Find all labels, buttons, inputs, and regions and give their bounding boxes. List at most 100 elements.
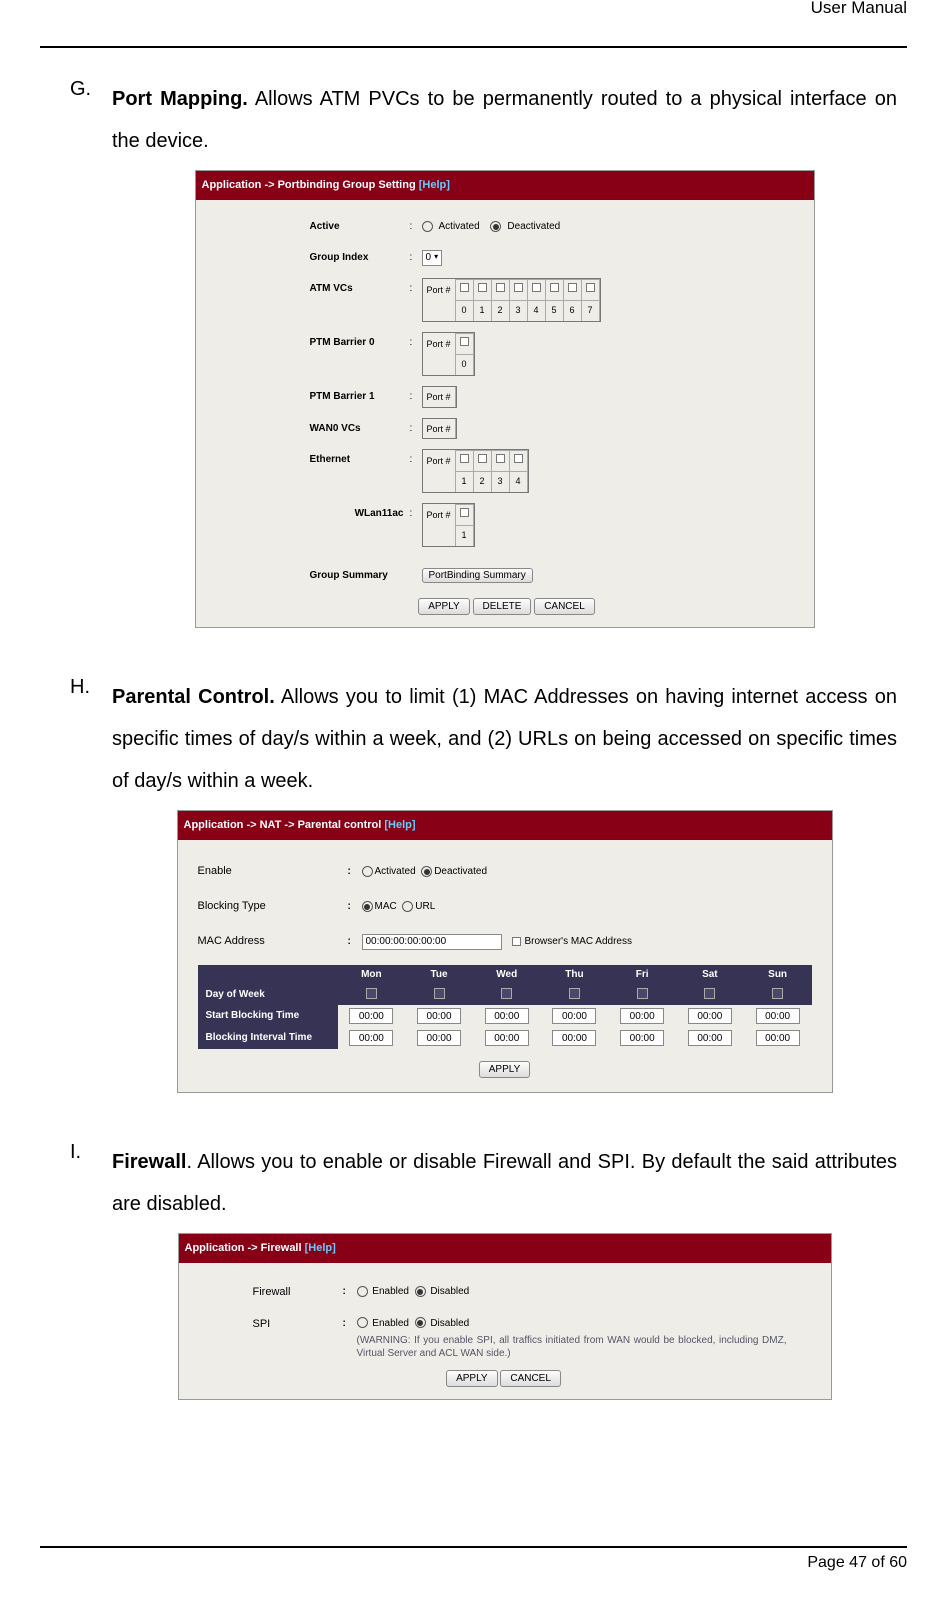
atm-p6: 6 [563, 300, 581, 320]
btn-apply-g[interactable]: APPLY [418, 598, 470, 615]
lbl-ptm0: PTM Barrier 0 [210, 332, 410, 353]
txt-activated: Activated [439, 216, 480, 237]
radio-fw-disabled[interactable] [415, 1286, 426, 1297]
chk-atm-6[interactable] [568, 283, 577, 292]
txt-mac: MAC [375, 896, 397, 917]
txt-spi-disabled: Disabled [430, 1318, 469, 1329]
int-tue[interactable] [417, 1030, 461, 1046]
chk-atm-0[interactable] [460, 283, 469, 292]
radio-url[interactable] [402, 901, 413, 912]
atm-p7: 7 [581, 300, 599, 320]
chk-day-mon[interactable] [366, 988, 377, 999]
radio-spi-enabled[interactable] [357, 1317, 368, 1328]
chk-wlan-1[interactable] [460, 508, 469, 517]
radio-fw-enabled[interactable] [357, 1286, 368, 1297]
start-sun[interactable] [756, 1008, 800, 1024]
chk-day-fri[interactable] [637, 988, 648, 999]
portbox-atm: Port # 01234567 [422, 278, 601, 322]
panel-g-title: Application -> Portbinding Group Setting… [196, 171, 814, 200]
btn-portbinding-summary[interactable]: PortBinding Summary [422, 568, 533, 583]
input-mac[interactable] [362, 934, 502, 950]
hd-mon: Mon [338, 965, 406, 985]
lbl-wlan: WLan11ac [210, 503, 410, 524]
chk-atm-1[interactable] [478, 283, 487, 292]
portbox-eth: Port #1234 [422, 449, 529, 493]
chk-atm-3[interactable] [514, 283, 523, 292]
hd-thu: Thu [541, 965, 609, 985]
eth-p2: 2 [473, 472, 491, 492]
chk-browsermac[interactable] [512, 937, 521, 946]
radio-activated[interactable] [422, 221, 433, 232]
header-text: User Manual [40, 0, 907, 18]
eth-p3: 3 [491, 472, 509, 492]
chk-day-wed[interactable] [501, 988, 512, 999]
ptm0-p0: 0 [455, 354, 473, 374]
btn-apply-h[interactable]: APPLY [479, 1061, 531, 1078]
panel-firewall: Application -> Firewall [Help] Firewall … [178, 1233, 832, 1399]
txt-fw-enabled: Enabled [372, 1286, 409, 1297]
panel-h-help[interactable]: [Help] [384, 819, 415, 831]
hd-wed: Wed [473, 965, 541, 985]
chk-atm-4[interactable] [532, 283, 541, 292]
atm-p5: 5 [545, 300, 563, 320]
porthash-wlan: Port # [423, 505, 456, 526]
btn-cancel-g[interactable]: CANCEL [534, 598, 595, 615]
lbl-macaddr: MAC Address [198, 930, 348, 953]
footer: Page 47 of 60 [40, 1546, 907, 1572]
panel-i-help[interactable]: [Help] [305, 1242, 336, 1254]
start-wed[interactable] [485, 1008, 529, 1024]
portbox-ptm1: Port # [422, 386, 457, 408]
btn-delete-g[interactable]: DELETE [473, 598, 532, 615]
start-thu[interactable] [552, 1008, 596, 1024]
radio-spi-disabled[interactable] [415, 1317, 426, 1328]
start-fri[interactable] [620, 1008, 664, 1024]
chk-atm-5[interactable] [550, 283, 559, 292]
chk-atm-7[interactable] [586, 283, 595, 292]
lbl-blocktype: Blocking Type [198, 895, 348, 918]
chk-eth-2[interactable] [478, 454, 487, 463]
chk-day-thu[interactable] [569, 988, 580, 999]
chk-day-sun[interactable] [772, 988, 783, 999]
chk-eth-4[interactable] [514, 454, 523, 463]
start-mon[interactable] [349, 1008, 393, 1024]
title-i: Firewall [112, 1151, 186, 1173]
start-sat[interactable] [688, 1008, 732, 1024]
chk-day-tue[interactable] [434, 988, 445, 999]
int-thu[interactable] [552, 1030, 596, 1046]
hd-tue: Tue [405, 965, 473, 985]
chk-eth-1[interactable] [460, 454, 469, 463]
panel-h-title: Application -> NAT -> Parental control [… [178, 811, 832, 840]
btn-apply-i[interactable]: APPLY [446, 1370, 498, 1387]
radio-mac[interactable] [362, 901, 373, 912]
title-h: Parental Control. [112, 686, 275, 708]
radio-deactivated[interactable] [490, 221, 501, 232]
eth-p1: 1 [455, 472, 473, 492]
chk-eth-3[interactable] [496, 454, 505, 463]
atm-p0: 0 [455, 300, 473, 320]
radio-h-deactivated[interactable] [421, 866, 432, 877]
hd-sun: Sun [744, 965, 812, 985]
int-sat[interactable] [688, 1030, 732, 1046]
int-wed[interactable] [485, 1030, 529, 1046]
lbl-ethernet: Ethernet [210, 449, 410, 470]
chk-atm-2[interactable] [496, 283, 505, 292]
panel-g-help[interactable]: [Help] [419, 179, 450, 191]
panel-g-title-text: Application -> Portbinding Group Setting [202, 179, 419, 191]
int-mon[interactable] [349, 1030, 393, 1046]
txt-h-deactivated: Deactivated [434, 861, 487, 882]
select-groupindex[interactable]: 0▾ [422, 250, 443, 266]
row-start: Start Blocking Time [198, 1005, 338, 1027]
txt-deactivated: Deactivated [507, 216, 560, 237]
select-groupindex-val: 0 [426, 247, 432, 268]
chk-day-sat[interactable] [704, 988, 715, 999]
atm-p4: 4 [527, 300, 545, 320]
int-fri[interactable] [620, 1030, 664, 1046]
radio-h-activated[interactable] [362, 866, 373, 877]
chk-ptm0-0[interactable] [460, 337, 469, 346]
portbox-wlan: Port #1 [422, 503, 475, 547]
int-sun[interactable] [756, 1030, 800, 1046]
portbox-wan0: Port # [422, 418, 457, 440]
start-tue[interactable] [417, 1008, 461, 1024]
btn-cancel-i[interactable]: CANCEL [500, 1370, 561, 1387]
marker-i: I. [70, 1141, 112, 1417]
